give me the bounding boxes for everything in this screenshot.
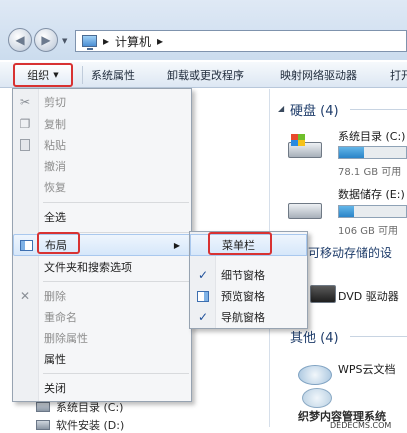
menu-item-remove-properties[interactable]: 删除属性 bbox=[13, 327, 191, 349]
drive-c-name[interactable]: 系统目录 (C:) bbox=[338, 128, 405, 144]
menu-item-label: 全选 bbox=[44, 211, 66, 224]
dvd-drive-icon[interactable] bbox=[310, 279, 338, 305]
menu-item-label: 剪切 bbox=[44, 96, 66, 109]
system-drive-icon[interactable] bbox=[288, 134, 324, 160]
drive-e-usage-bar bbox=[338, 205, 407, 218]
drive-c-usage-bar bbox=[338, 146, 407, 159]
submenu-item-label: 预览窗格 bbox=[221, 290, 265, 303]
menu-item-label: 文件夹和搜索选项 bbox=[44, 261, 132, 274]
group-divider bbox=[350, 336, 407, 337]
submenu-arrow-icon: ▶ bbox=[173, 240, 180, 250]
group-divider bbox=[350, 109, 407, 110]
group-removable[interactable]: 可移动存储的设 bbox=[308, 244, 392, 261]
drive-e-free: 106 GB 可用 bbox=[338, 226, 399, 237]
menu-item-label: 复制 bbox=[44, 118, 66, 131]
address-separator[interactable]: ▸ bbox=[103, 34, 109, 48]
usage-fill bbox=[339, 147, 365, 158]
forward-arrow-icon: ▶ bbox=[41, 33, 51, 47]
menu-item-folder-options[interactable]: 文件夹和搜索选项 bbox=[13, 256, 191, 278]
wps-cloud-icon[interactable] bbox=[298, 361, 332, 387]
submenu-item-navigation-pane[interactable]: ✓ 导航窗格 bbox=[190, 306, 307, 328]
chevron-down-icon: ▼ bbox=[53, 71, 59, 79]
computer-icon bbox=[82, 35, 97, 50]
watermark-logo bbox=[302, 388, 332, 408]
hard-drive-icon[interactable] bbox=[288, 195, 324, 221]
menu-item-cut[interactable]: ✂ 剪切 bbox=[13, 91, 191, 113]
menu-item-select-all[interactable]: 全选 bbox=[13, 206, 191, 228]
drive-c-free: 78.1 GB 可用 bbox=[338, 167, 402, 178]
drive-icon bbox=[36, 402, 50, 412]
back-arrow-icon: ◀ bbox=[15, 33, 25, 47]
scissors-icon: ✂ bbox=[19, 95, 31, 109]
uninstall-program-button[interactable]: 卸载或更改程序 bbox=[167, 67, 244, 83]
title-bar: ◀ ▶ ▼ ▸ 计算机 ▸ bbox=[0, 0, 407, 60]
annotation-highlight-menu-bar bbox=[208, 232, 272, 255]
copy-icon: ❐ bbox=[19, 117, 31, 131]
menu-item-label: 关闭 bbox=[44, 382, 66, 395]
submenu-item-label: 导航窗格 bbox=[221, 311, 265, 324]
menu-item-copy[interactable]: ❐ 复制 bbox=[13, 113, 191, 135]
preview-pane-icon bbox=[196, 289, 210, 303]
recent-pages-dropdown[interactable]: ▼ bbox=[62, 37, 67, 45]
menu-item-label: 重命名 bbox=[44, 311, 77, 324]
organize-button[interactable]: 组织 ▼ bbox=[13, 63, 73, 87]
system-properties-button[interactable]: 系统属性 bbox=[91, 67, 135, 83]
submenu-item-details-pane[interactable]: ✓ 细节窗格 bbox=[190, 264, 307, 286]
address-bar[interactable]: ▸ 计算机 ▸ bbox=[75, 30, 407, 52]
submenu-item-preview-pane[interactable]: 预览窗格 bbox=[190, 285, 307, 307]
menu-separator bbox=[43, 281, 189, 282]
address-separator[interactable]: ▸ bbox=[157, 34, 163, 48]
layout-icon bbox=[18, 237, 34, 253]
checkmark-icon: ✓ bbox=[197, 310, 209, 324]
dvd-drive-name[interactable]: DVD 驱动器 bbox=[338, 288, 399, 304]
menu-item-rename[interactable]: 重命名 bbox=[13, 306, 191, 328]
menu-item-label: 删除属性 bbox=[44, 332, 88, 345]
drive-e-name[interactable]: 数据储存 (E:) bbox=[338, 186, 405, 202]
address-location[interactable]: 计算机 bbox=[115, 33, 151, 50]
command-bar: 组织 ▼ 系统属性 卸载或更改程序 映射网络驱动器 打开 bbox=[0, 62, 407, 88]
wps-cloud-name[interactable]: WPS云文档 bbox=[338, 361, 396, 377]
toolbar-divider bbox=[82, 66, 83, 84]
delete-icon: ✕ bbox=[19, 289, 31, 303]
menu-item-label: 粘贴 bbox=[44, 139, 66, 152]
menu-item-label: 撤消 bbox=[44, 160, 66, 173]
menu-item-delete[interactable]: ✕ 删除 bbox=[13, 285, 191, 307]
menu-separator bbox=[43, 373, 189, 374]
nav-item-drive-d[interactable]: 软件安装 (D:) bbox=[36, 417, 124, 433]
group-other[interactable]: 其他 (4) bbox=[290, 327, 339, 346]
open-control-panel-button[interactable]: 打开 bbox=[390, 67, 407, 83]
menu-item-undo[interactable]: 撤消 bbox=[13, 155, 191, 177]
watermark-url: DEDECMS.COM bbox=[330, 421, 392, 430]
usage-fill bbox=[339, 206, 354, 217]
menu-item-properties[interactable]: 属性 bbox=[13, 348, 191, 370]
map-network-drive-button[interactable]: 映射网络驱动器 bbox=[280, 67, 357, 83]
menu-item-paste[interactable]: 粘贴 bbox=[13, 134, 191, 156]
menu-item-label: 删除 bbox=[44, 290, 66, 303]
drive-icon bbox=[36, 420, 50, 430]
menu-separator bbox=[43, 202, 189, 203]
organize-label: 组织 bbox=[27, 69, 50, 82]
collapse-group-icon[interactable]: ◢ bbox=[278, 104, 284, 113]
nav-item-label: 软件安装 (D:) bbox=[56, 419, 125, 432]
menu-item-label: 属性 bbox=[44, 353, 66, 366]
forward-button[interactable]: ▶ bbox=[34, 28, 58, 52]
menu-item-redo[interactable]: 恢复 bbox=[13, 176, 191, 198]
back-button[interactable]: ◀ bbox=[8, 28, 32, 52]
menu-item-close[interactable]: 关闭 bbox=[13, 377, 191, 399]
paste-icon bbox=[17, 137, 33, 153]
submenu-item-label: 细节窗格 bbox=[221, 269, 265, 282]
site-watermark: 织梦内容管理系统 DEDECMS.COM bbox=[290, 388, 407, 430]
group-hard-disks[interactable]: 硬盘 (4) bbox=[290, 100, 339, 119]
menu-item-label: 恢复 bbox=[44, 181, 66, 194]
checkmark-icon: ✓ bbox=[197, 268, 209, 282]
annotation-highlight-layout bbox=[37, 232, 80, 254]
